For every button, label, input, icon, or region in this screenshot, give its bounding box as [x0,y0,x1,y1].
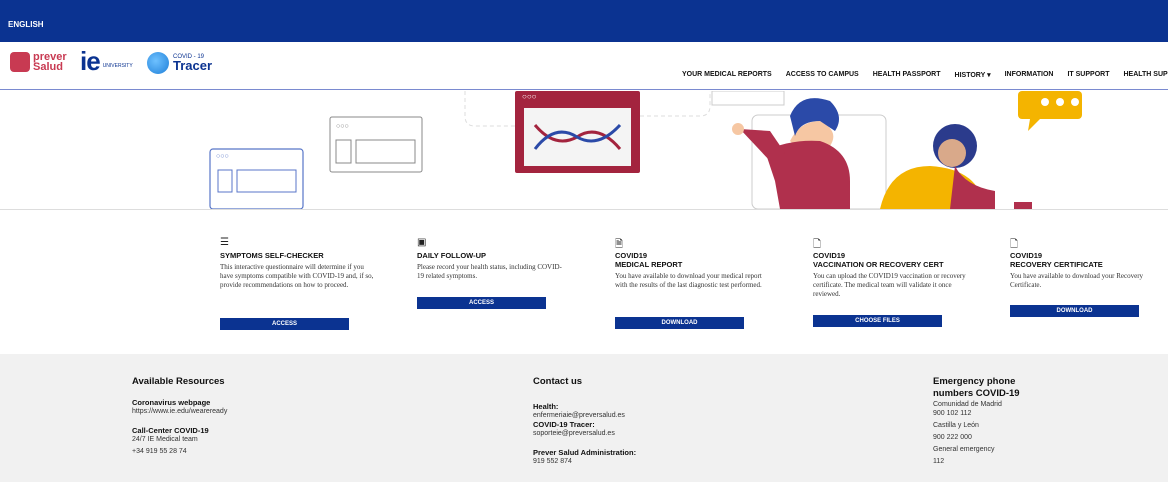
main-nav: YOUR MEDICAL REPORTS ACCESS TO CAMPUS HE… [682,71,1168,79]
nav-information[interactable]: INFORMATION [1005,71,1054,79]
footer-resources: Available Resources Coronavirus webpage … [132,376,332,456]
browser-window-icon: ○○○ [209,148,304,209]
card-symptoms-self-checker: ☰ SYMPTOMS SELF-CHECKER This interactive… [220,237,390,330]
cyl-phone[interactable]: 900 222 000 [933,433,1043,442]
prever-salud-logo[interactable]: prever Salud [10,52,67,73]
footer-contact: Contact us Health: enfermeriaie@preversa… [533,376,733,466]
symptoms-access-button[interactable]: ACCESS [220,318,349,330]
footer-emergency: Emergency phone numbers COVID-19 Comunid… [933,376,1043,466]
nav-health-support[interactable]: HEALTH SUPPO [1123,71,1168,79]
footer: Available Resources Coronavirus webpage … [0,354,1168,482]
browser-window-icon: ○○○ [329,116,423,173]
dna-window-icon: ○○○ [515,91,640,173]
general-emergency-phone[interactable]: 112 [933,457,1043,466]
medical-report-download-button[interactable]: DOWNLOAD [615,317,744,329]
coronavirus-webpage-link[interactable]: https://www.ie.edu/weareready [132,407,332,416]
daily-follow-up-access-button[interactable]: ACCESS [417,297,546,309]
callcenter-phone[interactable]: +34 919 55 28 74 [132,447,332,456]
nav-health-passport[interactable]: HEALTH PASSPORT [873,71,941,79]
hero-illustration: ○○○ ○○○ ○○○ [0,91,1168,209]
id-card-icon: ▣ [417,237,427,248]
admin-phone[interactable]: 919 552 874 [533,457,733,466]
pdf-icon: 🗋 [813,239,822,250]
svg-text:○○○: ○○○ [522,92,537,101]
pdf-icon: 🗋 [1010,239,1019,250]
site-header: prever Salud ie UNIVERSITY COVID - 19 Tra… [0,42,1168,90]
nav-it-support[interactable]: IT SUPPORT [1067,71,1109,79]
recovery-certificate-download-button[interactable]: DOWNLOAD [1010,305,1139,317]
nav-your-medical-reports[interactable]: YOUR MEDICAL REPORTS [682,71,772,79]
chat-bubble-icon [1018,91,1082,131]
covid-tracer-logo[interactable]: COVID - 19 Tracer [147,52,212,74]
patient-illustration [880,124,995,209]
card-recovery-certificate: 🗋 COVID19 RECOVERY CERTIFICATE You have a… [1010,237,1168,317]
virus-icon [147,52,169,74]
top-bar: ENGLISH [0,0,1168,42]
hero-illustration-svg: ○○○ ○○○ ○○○ [209,91,1082,209]
language-selector[interactable]: ENGLISH [8,20,44,29]
document-icon: 🗎 [615,239,624,250]
svg-text:○○○: ○○○ [336,123,349,130]
hero-divider [0,209,1168,210]
choose-files-button[interactable]: CHOOSE FILES [813,315,942,327]
madrid-phone[interactable]: 900 102 112 [933,409,1043,418]
ie-university-logo[interactable]: ie UNIVERSITY [80,48,133,74]
list-icon: ☰ [220,237,229,248]
card-medical-report: 🗎 COVID19 MEDICAL REPORT You have availab… [615,237,785,329]
card-vaccination-cert: 🗋 COVID19 VACCINATION OR RECOVERY CERT Yo… [813,237,983,327]
prever-logo-mark [10,52,30,72]
nav-access-to-campus[interactable]: ACCESS TO CAMPUS [786,71,859,79]
tracer-email-link[interactable]: soporteie@preversalud.es [533,429,733,438]
nav-history[interactable]: HISTORY ▾ [955,71,991,79]
card-daily-follow-up: ▣ DAILY FOLLOW-UP Please record your hea… [417,237,587,309]
doctor-illustration [732,98,850,209]
health-email-link[interactable]: enfermeriaie@preversalud.es [533,411,733,420]
svg-text:○○○: ○○○ [216,153,229,160]
